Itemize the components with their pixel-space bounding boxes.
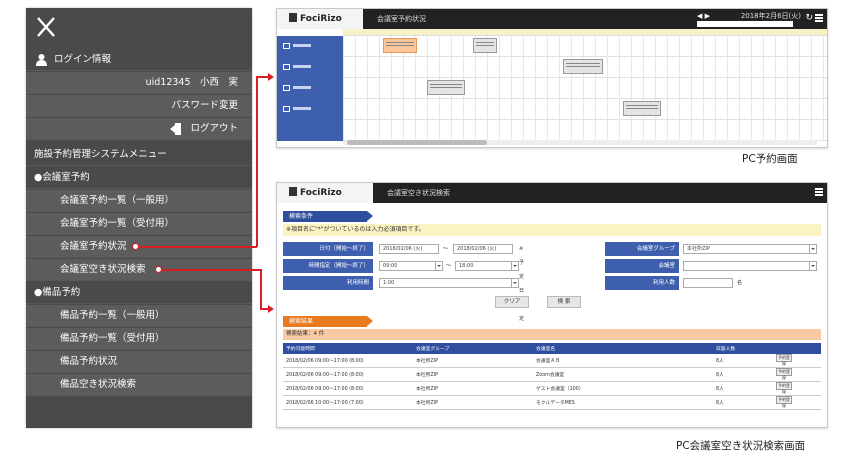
horizontal-scrollbar[interactable]	[343, 140, 817, 145]
current-date[interactable]: 2018年2月6日(火)	[741, 11, 801, 21]
mobile-side-menu: ログイン情報 uid12345 小西 実 パスワード変更 ログアウト 施設予約管…	[26, 8, 252, 428]
password-change-link[interactable]: パスワード変更	[26, 95, 252, 117]
table-header-row: 予約可能時間 会議室グループ 会議室名 収容人数	[283, 343, 821, 354]
menu-item-room-list-general[interactable]: 会議室予約一覧（一般用）	[26, 190, 252, 212]
schedule-grid	[277, 36, 827, 141]
login-info-header: ログイン情報	[26, 49, 252, 71]
search-conditions-tag: 検索条件	[283, 211, 373, 222]
reservation-block[interactable]	[623, 101, 661, 116]
app-logo: FociRizo	[277, 9, 363, 29]
app-header: FociRizo 会議室空き状況検索	[277, 183, 827, 203]
reserve-button[interactable]: 予約登録	[776, 396, 792, 408]
table-row: 2018/02/06 09:00～17:00 (8:00) 本社所ZIP Zoo…	[283, 367, 821, 382]
arrow-right-icon	[268, 305, 274, 313]
room-cell[interactable]	[277, 57, 343, 78]
schedule-row	[277, 99, 827, 120]
time-axis-header	[343, 29, 827, 36]
group-select[interactable]	[697, 21, 793, 27]
table-row: 2018/02/06 09:00～17:00 (8:00) 本社所ZIP ゲスト…	[283, 381, 821, 396]
app-logo: FociRizo	[277, 183, 373, 203]
reserve-button[interactable]: 予約登録	[776, 354, 792, 366]
hamburger-icon[interactable]	[815, 14, 823, 22]
time-to-select[interactable]: 18:00	[455, 261, 519, 271]
usage-time-select[interactable]: 1:00	[379, 278, 519, 288]
table-row: 2018/02/06 10:00～17:00 (7:00) 本社所ZIP モクル…	[283, 395, 821, 410]
user-name: uid12345 小西 実	[145, 77, 238, 88]
connector-line	[260, 269, 262, 309]
menu-item-equipment-list-reception[interactable]: 備品予約一覧（受付用）	[26, 328, 252, 350]
app-header: FociRizo 会議室予約状況 ◀ ▶ 2018年2月6日(火) ↻	[277, 9, 827, 29]
arrow-right-icon	[268, 73, 274, 81]
caption-reservation-screen: PC予約画面	[742, 153, 798, 165]
page-title: 会議室空き状況検索	[387, 189, 450, 197]
menu-item-equipment-list-general[interactable]: 備品予約一覧（一般用）	[26, 305, 252, 327]
clear-button[interactable]: クリア	[495, 296, 529, 308]
connector-line	[139, 246, 257, 248]
room-select[interactable]	[683, 261, 817, 271]
required-notice: ※項目名に"*"がついているのは入力必須項目です。	[283, 224, 821, 236]
menu-item-equipment-status[interactable]: 備品予約状況	[26, 351, 252, 373]
people-input[interactable]	[683, 278, 733, 288]
reservation-block[interactable]	[563, 59, 603, 74]
caption-availability-screen: PC会議室空き状況検索画面	[676, 440, 806, 452]
menu-item-equipment-availability[interactable]: 備品空き状況検索	[26, 374, 252, 396]
reservation-block[interactable]	[473, 38, 497, 53]
reservation-block[interactable]	[383, 38, 417, 53]
results-table: 予約可能時間 会議室グループ 会議室名 収容人数 2018/02/06 09:0…	[283, 343, 821, 410]
logout-link[interactable]: ログアウト	[26, 118, 252, 140]
search-results-tag: 検索結果	[283, 316, 373, 327]
user-icon	[36, 54, 47, 66]
time-from-select[interactable]: 09:00	[379, 261, 443, 271]
schedule-row	[277, 120, 827, 141]
logo-icon	[289, 13, 297, 22]
refresh-icon[interactable]: ↻	[805, 13, 813, 23]
user-info-row: uid12345 小西 実	[26, 72, 252, 94]
prev-next-icon[interactable]: ◀ ▶	[697, 12, 710, 20]
room-cell[interactable]	[277, 78, 343, 99]
reservation-block[interactable]	[427, 80, 465, 95]
search-button[interactable]: 検 索	[547, 296, 581, 308]
callout-marker	[155, 266, 162, 273]
room-cell[interactable]	[277, 120, 343, 141]
schedule-row	[277, 36, 827, 57]
pc-availability-search-screen: FociRizo 会議室空き状況検索 検索条件 ※項目名に"*"がついているのは…	[276, 182, 828, 428]
date-from-input[interactable]: 2018/02/06 (火)	[379, 244, 439, 254]
schedule-row	[277, 78, 827, 99]
reserve-button[interactable]: 予約登録	[776, 382, 792, 394]
pc-reservation-screen: FociRizo 会議室予約状況 ◀ ▶ 2018年2月6日(火) ↻	[276, 8, 828, 148]
system-menu-heading: 施設予約管理システムメニュー	[26, 144, 252, 166]
table-row: 2018/02/06 09:00～17:00 (8:00) 本社所ZIP 会議室…	[283, 354, 821, 368]
logo-icon	[289, 187, 297, 196]
result-count: 検索結果：4 件	[283, 329, 821, 340]
connector-line	[162, 269, 261, 271]
date-to-input[interactable]: 2018/02/06 (火)	[453, 244, 513, 254]
close-icon[interactable]	[36, 16, 56, 38]
hamburger-icon[interactable]	[815, 188, 823, 196]
room-group-select[interactable]: 本社所ZIP	[683, 244, 817, 254]
login-info-label: ログイン情報	[54, 54, 112, 65]
room-section-heading: ●会議室予約	[26, 167, 252, 189]
menu-item-room-list-reception[interactable]: 会議室予約一覧（受付用）	[26, 213, 252, 235]
callout-marker	[132, 243, 139, 250]
connector-line	[256, 76, 258, 247]
schedule-row	[277, 57, 827, 78]
logout-icon	[170, 122, 182, 135]
page-title: 会議室予約状況	[377, 15, 426, 23]
room-cell[interactable]	[277, 36, 343, 57]
equipment-section-heading: ●備品予約	[26, 282, 252, 304]
reserve-button[interactable]: 予約登録	[776, 368, 792, 380]
room-cell[interactable]	[277, 99, 343, 120]
date-note: ※予定日指定	[519, 246, 525, 322]
